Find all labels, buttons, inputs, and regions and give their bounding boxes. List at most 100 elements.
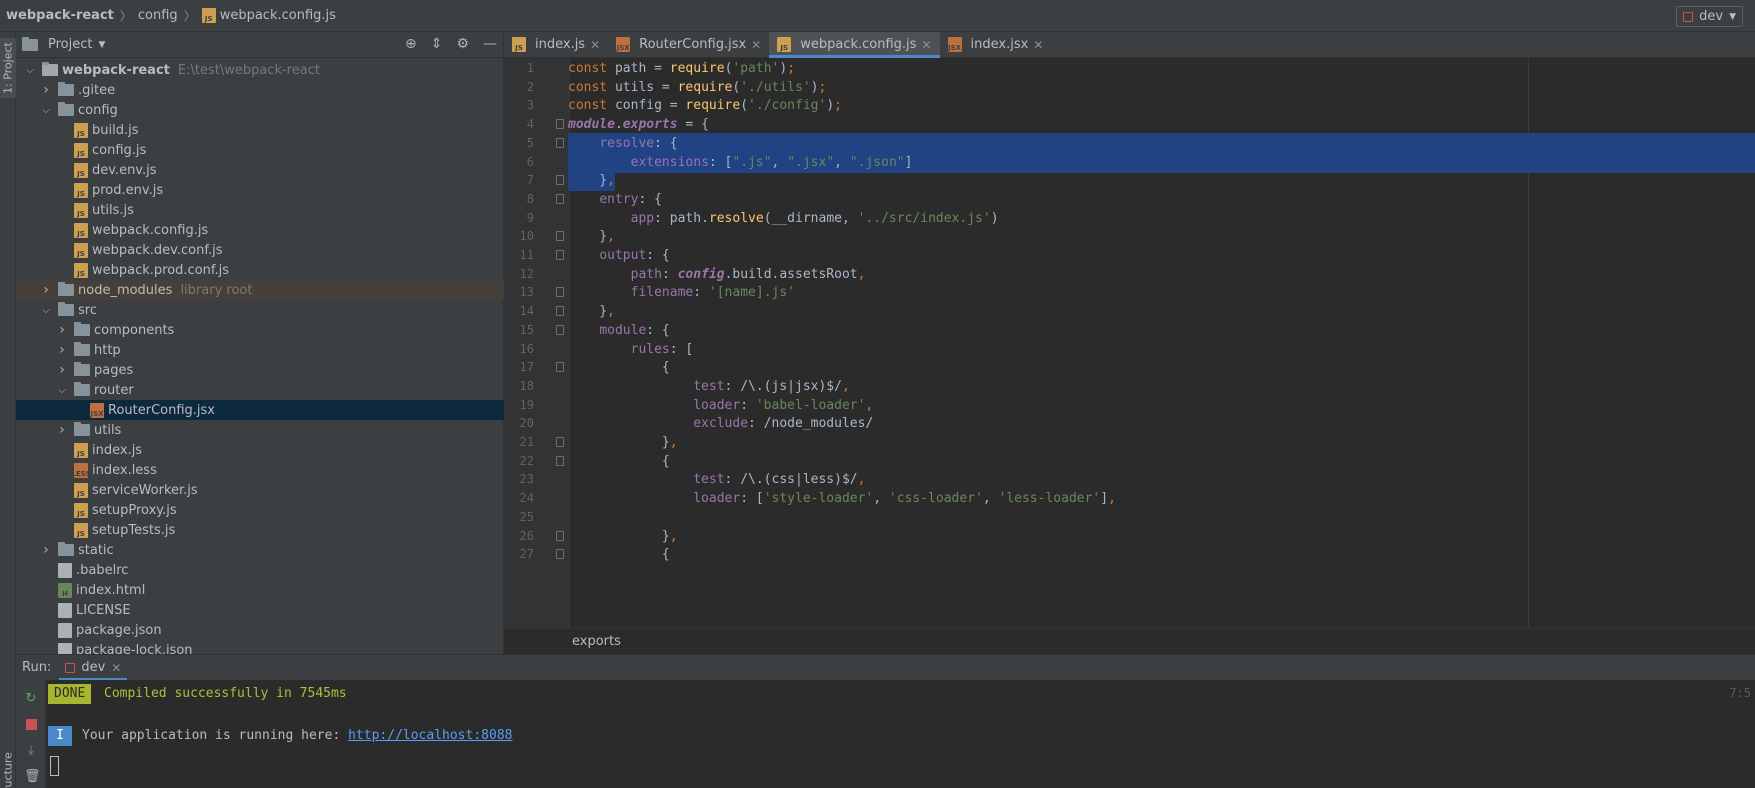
breadcrumb-project[interactable]: webpack-react — [0, 8, 114, 23]
chevron-down-icon[interactable]: ⌵ — [56, 385, 68, 396]
project-tool-window-button[interactable]: 1: Project — [0, 38, 16, 98]
tree-item[interactable]: JS setupTests.js — [16, 520, 504, 540]
tree-item[interactable]: JS index.js — [16, 440, 504, 460]
close-icon[interactable]: ✕ — [921, 38, 931, 52]
close-icon[interactable]: ✕ — [1033, 38, 1043, 52]
tree-item[interactable]: JS serviceWorker.js — [16, 480, 504, 500]
close-icon[interactable]: ✕ — [751, 38, 761, 52]
editor-tab[interactable]: JS webpack.config.js ✕ — [769, 32, 940, 58]
project-pane-header: Project ▼ ⊕ ⇕ ⚙ — — [16, 32, 503, 58]
fold-marker-icon[interactable] — [556, 193, 564, 204]
tree-item[interactable]: ⌵ config — [16, 100, 504, 120]
run-panel-header: Run: dev ✕ — [16, 654, 1755, 681]
fold-marker-icon[interactable] — [556, 455, 564, 466]
tree-item[interactable]: package.json — [16, 620, 504, 640]
tree-item[interactable]: › .gitee — [16, 80, 504, 100]
run-console[interactable]: DONE Compiled successfully in 7545ms I Y… — [46, 680, 1755, 788]
chevron-right-icon[interactable]: › — [56, 342, 68, 358]
tree-item[interactable]: JS setupProxy.js — [16, 500, 504, 520]
less-file-icon: LESS — [72, 462, 91, 478]
editor-tab[interactable]: JSX RouterConfig.jsx ✕ — [608, 32, 769, 57]
editor-tab[interactable]: JS index.js ✕ — [504, 32, 608, 57]
localhost-link[interactable]: http://localhost:8088 — [348, 728, 512, 743]
tree-item[interactable]: JS utils.js — [16, 200, 504, 220]
chevron-down-icon[interactable]: ▼ — [98, 40, 105, 50]
chevron-down-icon[interactable]: ⌵ — [40, 305, 52, 316]
run-config-selector[interactable]: dev ▼ — [1676, 6, 1743, 27]
chevron-right-icon[interactable]: › — [56, 422, 68, 438]
tree-item-label: build.js — [92, 122, 139, 138]
tree-item-label: http — [94, 342, 121, 358]
tree-item[interactable]: › utils — [16, 420, 504, 440]
fold-marker-icon[interactable] — [556, 250, 564, 260]
tree-item[interactable]: JSX RouterConfig.jsx — [16, 400, 504, 420]
soft-wrap-icon[interactable]: ⤓ — [24, 744, 38, 758]
fold-marker-icon[interactable] — [556, 137, 564, 148]
chevron-right-icon[interactable]: › — [56, 322, 68, 338]
tree-item[interactable]: ⌵ src — [16, 300, 504, 320]
code-text: { — [568, 547, 670, 563]
chevron-down-icon[interactable]: ⌵ — [24, 65, 36, 76]
folder-icon — [58, 302, 74, 316]
tree-item[interactable]: › static — [16, 540, 504, 560]
close-icon[interactable]: ✕ — [111, 661, 121, 675]
tree-item[interactable]: JS dev.env.js — [16, 160, 504, 180]
run-label: Run: — [22, 660, 52, 675]
gen-file-icon — [58, 602, 72, 618]
tree-item[interactable]: ⌵ webpack-react E:\test\webpack-react — [16, 60, 504, 80]
fold-marker-icon[interactable] — [556, 231, 564, 242]
tree-item[interactable]: Hindex.html — [16, 580, 504, 600]
project-view-selector[interactable]: Project — [48, 37, 92, 52]
hide-icon[interactable]: — — [483, 36, 497, 52]
fold-marker-icon[interactable] — [556, 324, 564, 335]
tree-item-label: dev.env.js — [92, 162, 157, 178]
locate-target-icon[interactable]: ⊕ — [405, 36, 417, 52]
fold-marker-icon[interactable] — [556, 362, 564, 373]
fold-marker-icon[interactable] — [556, 119, 564, 130]
collapse-all-icon[interactable]: ⇕ — [431, 36, 443, 52]
tree-item[interactable]: package-lock.json — [16, 640, 504, 654]
stop-icon[interactable] — [24, 718, 38, 732]
tree-item[interactable]: ⌵ router — [16, 380, 504, 400]
tree-item[interactable]: › pages — [16, 360, 504, 380]
chevron-right-icon[interactable]: › — [40, 282, 52, 298]
tree-item[interactable]: › http — [16, 340, 504, 360]
tree-item[interactable]: JS config.js — [16, 140, 504, 160]
chevron-right-icon[interactable]: › — [56, 362, 68, 378]
fold-marker-icon[interactable] — [556, 549, 564, 560]
editor-tab[interactable]: JSX index.jsx ✕ — [940, 32, 1052, 57]
breadcrumb-config[interactable]: config — [138, 8, 178, 23]
folder-icon — [74, 362, 90, 376]
tree-item-label: setupTests.js — [92, 522, 176, 538]
tree-item[interactable]: › components — [16, 320, 504, 340]
fold-marker-icon[interactable] — [556, 530, 564, 541]
code-editor[interactable]: 1 const path = require('path'); 2 const uti… — [504, 58, 1755, 628]
tree-item-label: index.less — [92, 462, 157, 478]
fold-marker-icon[interactable] — [556, 437, 564, 447]
editor-breadcrumb: exports — [504, 628, 1755, 654]
run-tab-dev[interactable]: dev ✕ — [59, 655, 128, 681]
fold-marker-icon[interactable] — [556, 306, 564, 317]
structure-tool-window-button[interactable]: Z: Structure — [0, 750, 16, 788]
editor-tab-label: index.jsx — [970, 37, 1029, 52]
tree-item[interactable]: JS webpack.prod.conf.js — [16, 260, 504, 280]
editor-breadcrumb-item[interactable]: exports — [572, 634, 621, 649]
tree-item[interactable]: LICENSE — [16, 600, 504, 620]
tree-item[interactable]: › node_modules library root — [16, 280, 504, 300]
tree-item[interactable]: LESS index.less — [16, 460, 504, 480]
fold-marker-icon[interactable] — [556, 287, 564, 298]
trash-icon[interactable]: 🗑 — [24, 770, 41, 784]
chevron-right-icon[interactable]: › — [40, 542, 52, 558]
tree-item[interactable]: JS webpack.config.js — [16, 220, 504, 240]
tree-item[interactable]: JS webpack.dev.conf.js — [16, 240, 504, 260]
rerun-icon[interactable]: ↻ — [24, 692, 38, 706]
chevron-right-icon[interactable]: › — [40, 82, 52, 98]
fold-marker-icon[interactable] — [556, 175, 564, 186]
gear-icon[interactable]: ⚙ — [456, 36, 469, 52]
breadcrumb-file[interactable]: webpack.config.js — [220, 8, 336, 23]
close-icon[interactable]: ✕ — [590, 38, 600, 52]
tree-item[interactable]: .babelrc — [16, 560, 504, 580]
chevron-down-icon[interactable]: ⌵ — [40, 105, 52, 116]
tree-item[interactable]: JS prod.env.js — [16, 180, 504, 200]
tree-item[interactable]: JS build.js — [16, 120, 504, 140]
